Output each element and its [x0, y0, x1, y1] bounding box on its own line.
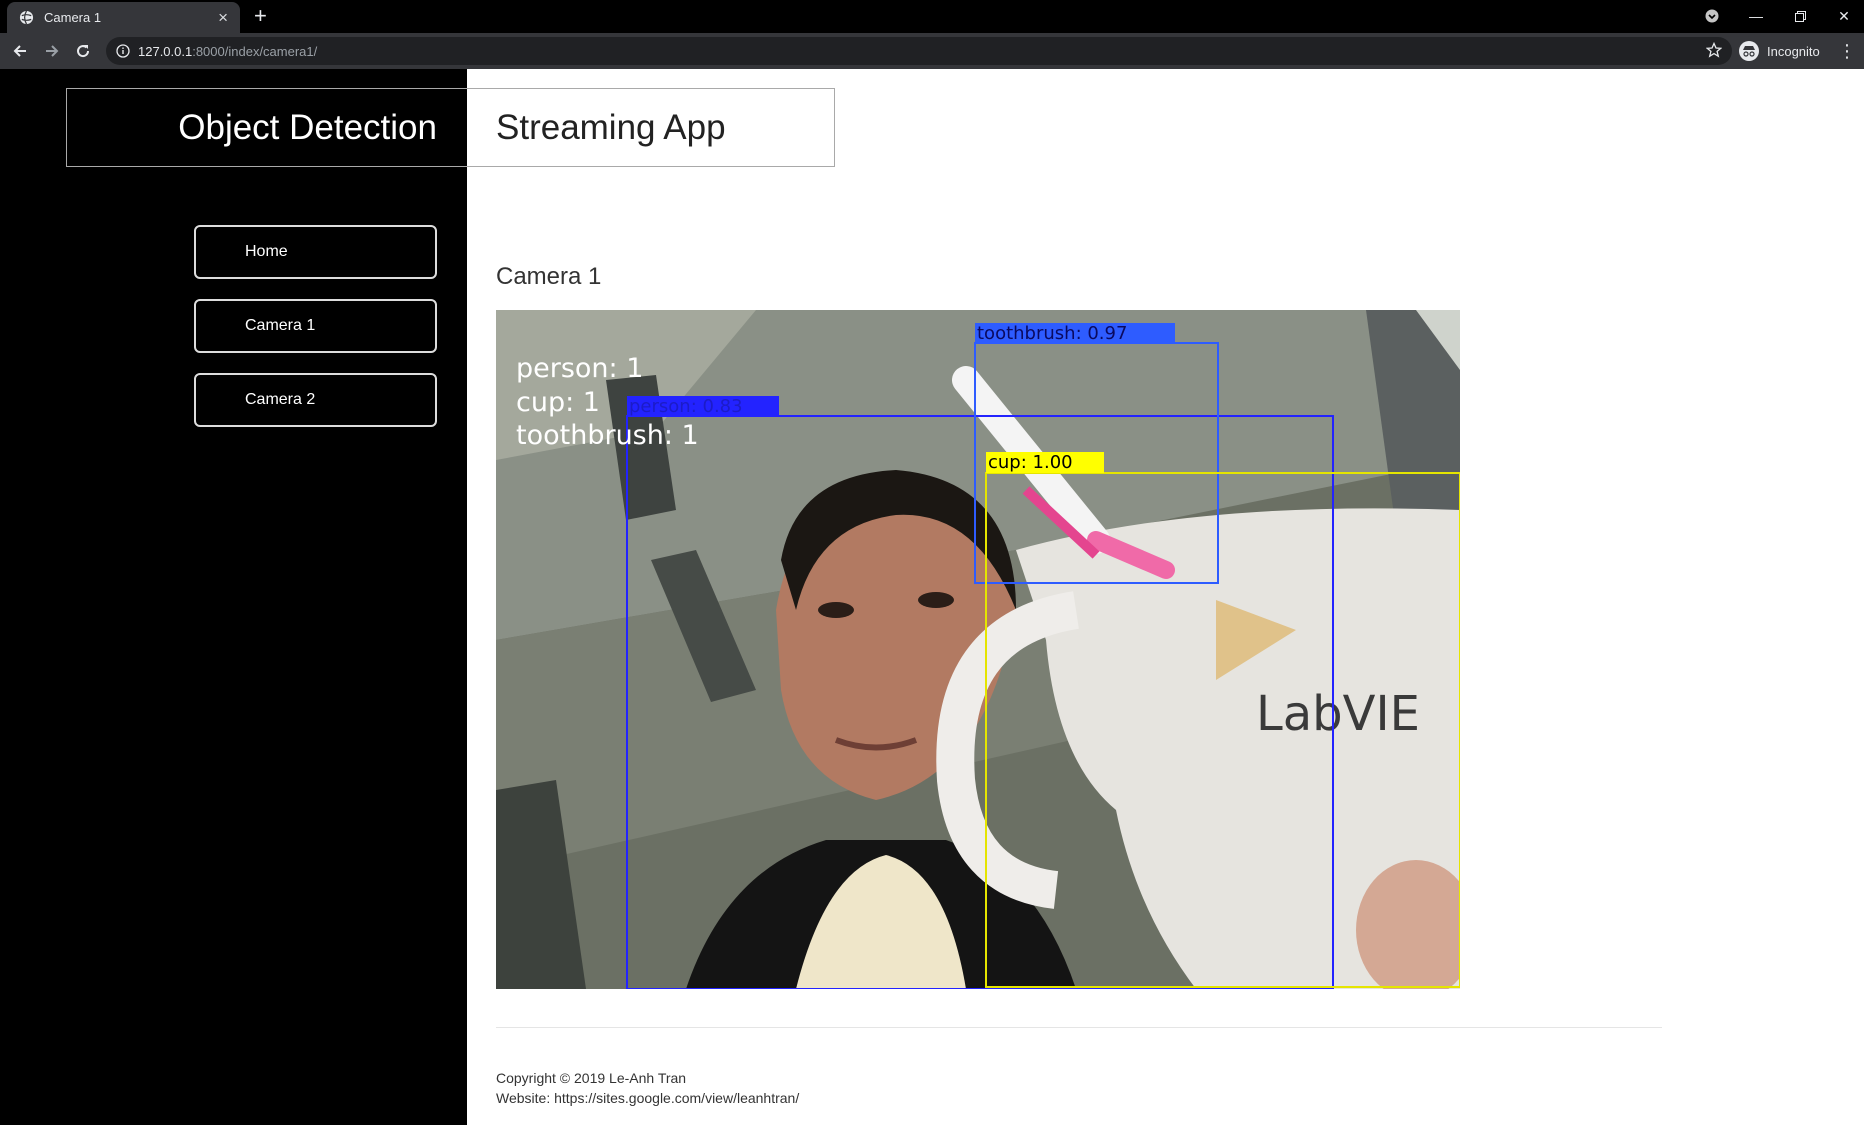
window-controls: — ✕ — [1690, 0, 1864, 32]
footer-copyright: Copyright © 2019 Le-Anh Tran — [496, 1070, 687, 1086]
address-bar[interactable]: 127.0.0.1:8000/index/camera1/ — [106, 37, 1732, 65]
footer-website: Website: https://sites.google.com/view/l… — [496, 1090, 800, 1106]
globe-icon — [19, 10, 34, 25]
browser-menu-icon[interactable]: ⋮ — [1838, 38, 1856, 64]
site-info-icon[interactable] — [116, 44, 130, 58]
browser-tabbar: Camera 1 × + — ✕ — [0, 0, 1864, 33]
brand-title-left: Object Detection — [67, 89, 467, 166]
reload-icon[interactable] — [69, 33, 97, 69]
count-cup: cup: 1 — [516, 387, 600, 418]
count-toothbrush: toothbrush: 1 — [516, 420, 699, 451]
camera-title: Camera 1 — [496, 263, 602, 290]
browser-tab[interactable]: Camera 1 × — [7, 2, 240, 33]
forward-icon[interactable] — [38, 33, 66, 69]
incognito-icon — [1739, 41, 1759, 61]
footer: Copyright © 2019 Le-Anh Tran Website: ht… — [496, 1068, 799, 1108]
browser-toolbar: 127.0.0.1:8000/index/camera1/ Incognito … — [0, 33, 1864, 69]
tab-title: Camera 1 — [44, 10, 102, 25]
restore-icon[interactable] — [1778, 0, 1822, 32]
profile-menu-icon[interactable] — [1690, 0, 1734, 32]
bookmark-star-icon[interactable] — [1705, 41, 1723, 61]
footer-divider — [496, 1027, 1662, 1028]
detection-label-person: person: 0.83 — [629, 396, 743, 417]
nav-camera-1-button[interactable]: Camera 1 — [194, 299, 437, 353]
incognito-indicator[interactable]: Incognito — [1739, 38, 1820, 64]
camera-stream: LabVIE person: 0.83 toothbrush: 0.97 cup… — [496, 310, 1460, 989]
nav-home-button[interactable]: Home — [194, 225, 437, 279]
url-path: :8000/index/camera1/ — [192, 43, 318, 59]
page: Object Detection Streaming App Home Came… — [0, 69, 1864, 1125]
url-host: 127.0.0.1 — [138, 43, 193, 59]
close-tab-icon[interactable]: × — [218, 9, 228, 26]
incognito-label: Incognito — [1767, 43, 1820, 59]
minimize-icon[interactable]: — — [1734, 0, 1778, 32]
detection-label-cup: cup: 1.00 — [988, 452, 1073, 473]
mug-text: LabVIE — [1256, 686, 1420, 742]
detection-label-toothbrush: toothbrush: 0.97 — [977, 323, 1127, 344]
sidebar-nav: Home Camera 1 Camera 2 — [194, 225, 437, 447]
back-icon[interactable] — [6, 33, 34, 69]
nav-camera-2-button[interactable]: Camera 2 — [194, 373, 437, 427]
main-content: Camera 1 LabVIE person: 0.83 toothbrush:… — [496, 69, 1864, 1125]
count-person: person: 1 — [516, 353, 643, 384]
new-tab-button[interactable]: + — [254, 3, 267, 29]
close-window-icon[interactable]: ✕ — [1822, 0, 1864, 32]
